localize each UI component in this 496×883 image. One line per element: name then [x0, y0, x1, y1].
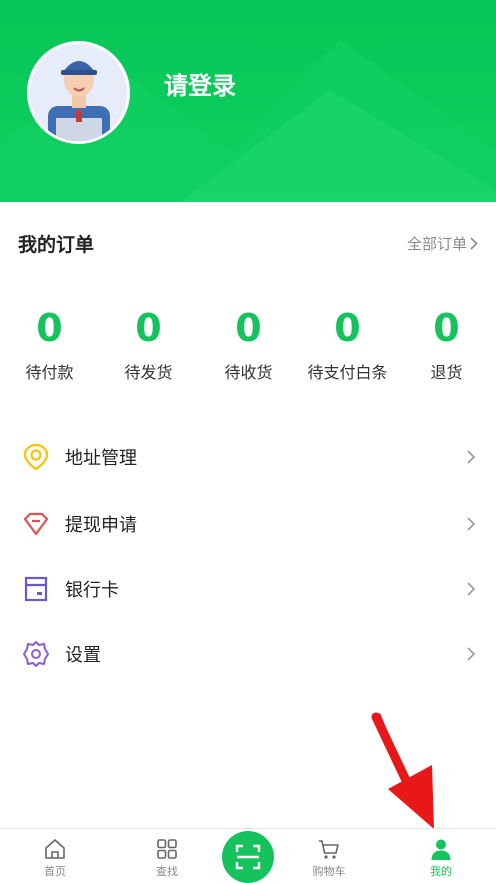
login-prompt[interactable]: 请登录 [164, 66, 236, 101]
chevron-right-icon [470, 237, 478, 250]
stat-count: 0 [36, 306, 63, 350]
stat-label: 待发货 [124, 363, 173, 382]
tab-mine[interactable]: 我的 [401, 829, 481, 883]
tab-label: 首页 [44, 865, 66, 878]
menu-item-settings[interactable]: 设置 [0, 629, 496, 679]
chevron-right-icon [467, 450, 476, 464]
stat-label: 待付款 [25, 363, 74, 382]
all-orders-link[interactable]: 全部订单 [407, 233, 478, 254]
card-icon [24, 576, 48, 602]
tab-label: 我的 [430, 865, 452, 878]
stat-count: 0 [433, 306, 460, 350]
avatar[interactable] [27, 41, 130, 144]
gear-icon [23, 641, 49, 667]
order-stat-pending-payment[interactable]: 0 待付款 [0, 305, 99, 383]
user-icon [431, 839, 451, 860]
worker-avatar-icon [30, 44, 127, 141]
menu-item-label: 地址管理 [65, 448, 137, 469]
order-stat-pending-credit[interactable]: 0 待支付白条 [298, 305, 397, 383]
home-icon [45, 839, 65, 859]
tab-search[interactable]: 查找 [127, 829, 207, 883]
stat-count: 0 [235, 306, 262, 350]
tab-home[interactable]: 首页 [15, 829, 95, 883]
tab-label: 查找 [156, 865, 178, 878]
tab-label: 购物车 [312, 865, 346, 878]
menu-item-label: 设置 [65, 645, 101, 666]
orders-title: 我的订单 [18, 234, 95, 256]
menu-item-bank-card[interactable]: 银行卡 [0, 564, 496, 614]
stat-label: 退货 [430, 363, 463, 382]
all-orders-label: 全部订单 [406, 235, 467, 253]
menu-item-label: 提现申请 [65, 515, 137, 536]
stat-count: 0 [135, 306, 162, 350]
stat-label: 待收货 [224, 363, 273, 382]
menu-item-withdraw[interactable]: 提现申请 [0, 499, 496, 549]
menu-item-address[interactable]: 地址管理 [0, 432, 496, 482]
diamond-icon [23, 512, 49, 536]
stat-count: 0 [334, 306, 361, 350]
scan-icon [235, 844, 261, 870]
order-stat-returns[interactable]: 0 退货 [397, 305, 496, 383]
stat-label: 待支付白条 [307, 363, 388, 382]
scan-button[interactable] [222, 831, 274, 883]
chevron-right-icon [467, 582, 476, 596]
annotation-arrow-icon [371, 712, 434, 829]
menu-item-label: 银行卡 [65, 580, 119, 601]
grid-icon [157, 839, 177, 859]
profile-header: 请登录 [0, 0, 496, 202]
chevron-right-icon [467, 647, 476, 661]
tab-cart[interactable]: 购物车 [289, 829, 369, 883]
order-stat-pending-receipt[interactable]: 0 待收货 [199, 305, 298, 383]
location-pin-icon [23, 443, 49, 471]
chevron-right-icon [467, 517, 476, 531]
order-stat-pending-shipment[interactable]: 0 待发货 [99, 305, 198, 383]
cart-icon [319, 840, 339, 859]
